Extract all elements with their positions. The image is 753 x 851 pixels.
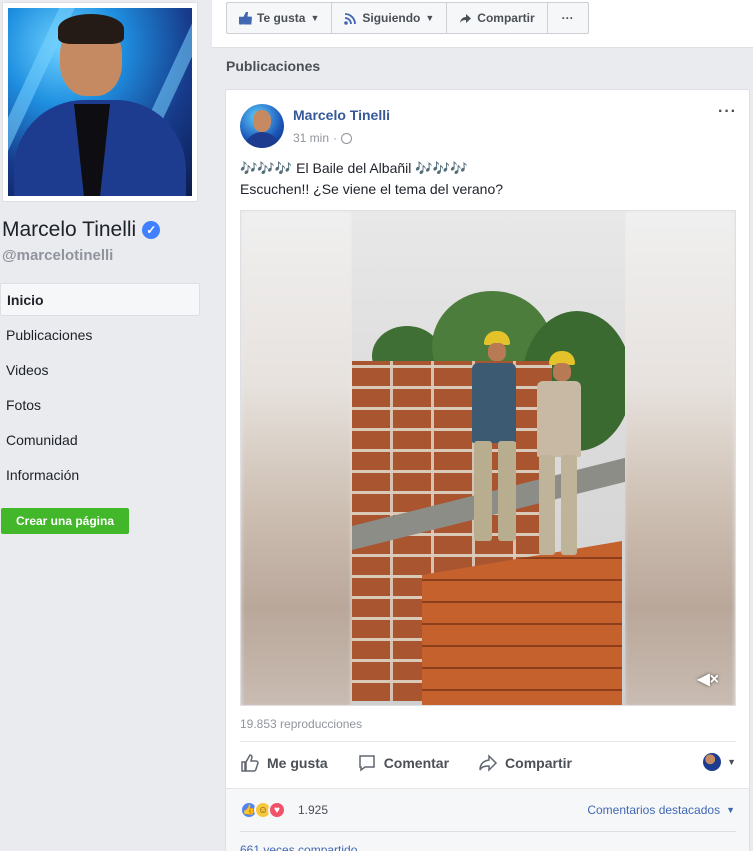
video-blur-right — [624, 211, 735, 705]
nav-item-inicio[interactable]: Inicio — [0, 283, 200, 316]
chevron-down-icon: ▼ — [310, 13, 320, 23]
comment-button[interactable]: Comentar — [357, 753, 449, 773]
like-page-label: Te gusta — [257, 11, 306, 25]
share-count[interactable]: 661 veces compartido — [240, 843, 357, 851]
viewer-avatar — [703, 753, 722, 771]
rss-icon — [344, 12, 357, 25]
page-handle[interactable]: @marcelotinelli — [2, 247, 113, 264]
view-count: 19.853 reproducciones — [240, 717, 363, 731]
post-action-row: Me gusta Comentar Compartir ▼ — [240, 750, 736, 776]
globe-icon — [341, 132, 353, 144]
post-meta: 31 min · — [293, 131, 353, 145]
post-text: 🎶🎶🎶 El Baile del Albañil 🎶🎶🎶 Escuchen!! … — [240, 158, 503, 200]
video-player[interactable]: ◀× — [240, 210, 736, 706]
top-comments-label: Comentarios destacados — [587, 803, 721, 817]
post-as-picker[interactable]: ▼ — [703, 753, 736, 771]
love-reaction-icon: ♥ — [268, 801, 286, 819]
nav-item-comunidad[interactable]: Comunidad — [0, 423, 200, 456]
post-footer: 👍 ☺ ♥ 1.925 Comentarios destacados ▼ 661… — [226, 788, 749, 851]
top-comments-filter[interactable]: Comentarios destacados ▼ — [587, 803, 735, 817]
page-name[interactable]: Marcelo Tinelli ✓ — [2, 218, 161, 242]
follow-button[interactable]: Siguiendo ▼ — [332, 3, 448, 33]
share-arrow-icon — [459, 12, 472, 25]
main-column: Te gusta ▼ Siguiendo ▼ Compartir ··· Pub… — [212, 0, 753, 851]
profile-picture[interactable] — [2, 2, 198, 202]
like-icon — [241, 754, 259, 772]
post-card: Marcelo Tinelli 31 min · ··· 🎶🎶🎶 El Bail… — [225, 89, 750, 851]
video-blur-left — [241, 211, 352, 705]
chevron-down-icon: ▼ — [727, 757, 736, 767]
post-text-line1: 🎶🎶🎶 El Baile del Albañil 🎶🎶🎶 — [240, 160, 468, 176]
section-title: Publicaciones — [226, 58, 321, 74]
post-author-name[interactable]: Marcelo Tinelli — [293, 107, 390, 123]
comment-label: Comentar — [383, 755, 450, 771]
share-page-button[interactable]: Compartir — [447, 3, 548, 33]
verified-badge-icon: ✓ — [142, 221, 161, 239]
post-author-avatar[interactable] — [240, 104, 284, 148]
like-button[interactable]: Me gusta — [240, 753, 328, 773]
nav-item-fotos[interactable]: Fotos — [0, 388, 200, 421]
chevron-down-icon: ▼ — [726, 805, 735, 815]
nav-item-videos[interactable]: Videos — [0, 353, 200, 386]
like-label: Me gusta — [267, 755, 328, 771]
nav-item-publicaciones[interactable]: Publicaciones — [0, 318, 200, 351]
post-timestamp[interactable]: 31 min — [293, 131, 329, 145]
follow-label: Siguiendo — [362, 11, 421, 25]
divider — [240, 741, 736, 742]
meta-dot: · — [333, 131, 338, 145]
chevron-down-icon: ▼ — [425, 13, 435, 23]
reaction-count[interactable]: 1.925 — [298, 803, 328, 817]
post-more-icon[interactable]: ··· — [718, 103, 737, 121]
create-page-button[interactable]: Crear una página — [1, 508, 129, 534]
share-icon — [479, 754, 498, 772]
thumbs-up-icon — [239, 11, 252, 25]
comment-icon — [358, 755, 375, 772]
page-action-bar: Te gusta ▼ Siguiendo ▼ Compartir ··· — [212, 0, 753, 48]
page-nav: Inicio Publicaciones Videos Fotos Comuni… — [0, 283, 200, 493]
more-actions-button[interactable]: ··· — [548, 3, 588, 33]
profile-photo — [8, 8, 192, 196]
left-column: Marcelo Tinelli ✓ @marcelotinelli Inicio… — [0, 0, 212, 851]
page-name-text: Marcelo Tinelli — [2, 218, 137, 241]
post-text-line2: Escuchen!! ¿Se viene el tema del verano? — [240, 181, 504, 197]
share-label: Compartir — [505, 755, 572, 771]
divider — [240, 831, 736, 832]
nav-item-informacion[interactable]: Información — [0, 458, 200, 491]
video-frame — [352, 211, 625, 705]
share-button[interactable]: Compartir — [478, 753, 572, 773]
like-page-button[interactable]: Te gusta ▼ — [227, 3, 333, 33]
reaction-icons[interactable]: 👍 ☺ ♥ — [240, 801, 286, 819]
page-actions: Te gusta ▼ Siguiendo ▼ Compartir ··· — [226, 2, 589, 34]
mute-icon[interactable]: ◀× — [697, 669, 719, 689]
share-page-label: Compartir — [477, 11, 535, 25]
